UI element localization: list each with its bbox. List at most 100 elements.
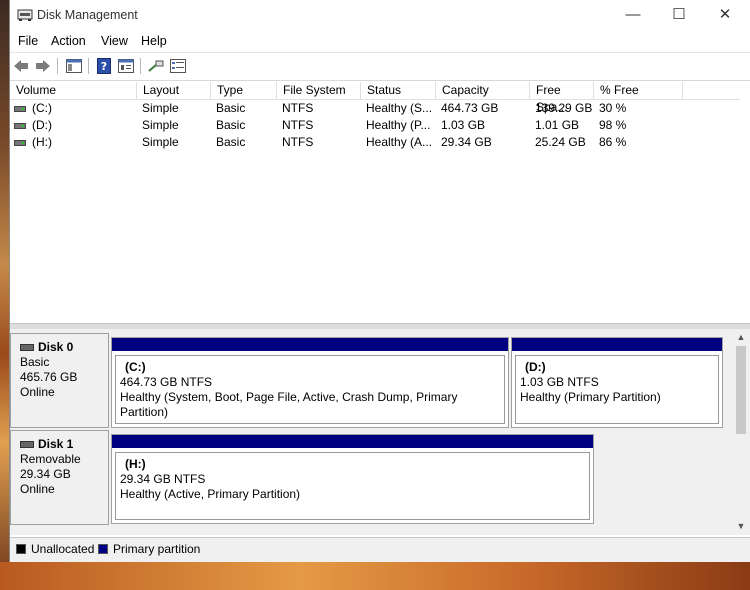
legend-primary-partition: Primary partition xyxy=(113,542,201,556)
settings-list-icon[interactable] xyxy=(169,57,187,75)
disk-kind: Basic xyxy=(20,355,50,369)
menu-file[interactable]: File xyxy=(18,34,38,48)
disk-size: 465.76 GB xyxy=(20,370,78,384)
legend-unallocated: Unallocated xyxy=(31,542,95,556)
partition-body: (H:) 29.34 GB NTFS Healthy (Active, Prim… xyxy=(115,452,590,520)
drive-icon xyxy=(14,123,26,129)
disk-state: Online xyxy=(20,482,55,496)
minimize-button[interactable]: — xyxy=(610,0,656,31)
show-hide-console-tree-icon[interactable] xyxy=(65,57,83,75)
cell-percent-free: 86 % xyxy=(599,135,627,149)
partition-name: (D:) xyxy=(525,360,546,374)
column-header-free-space[interactable]: Free Spa... xyxy=(530,82,594,114)
partition-d[interactable]: (D:) 1.03 GB NTFS Healthy (Primary Parti… xyxy=(511,337,723,428)
disk-management-window: Disk Management — ☐ ✕ File Action View H… xyxy=(9,0,750,562)
vertical-scrollbar[interactable]: ▲ ▼ xyxy=(732,329,750,535)
scrollbar-thumb[interactable] xyxy=(736,346,746,434)
cell-capacity: 464.73 GB xyxy=(441,101,499,115)
svg-text:?: ? xyxy=(101,60,107,73)
title-bar: Disk Management — ☐ ✕ xyxy=(10,0,750,31)
disk-icon xyxy=(20,344,34,351)
partition-status: Healthy (Active, Primary Partition) xyxy=(120,487,301,501)
forward-arrow-icon[interactable] xyxy=(34,57,52,75)
toolbar: ? xyxy=(10,52,750,81)
disk-kind: Removable xyxy=(20,452,81,466)
cell-file-system: NTFS xyxy=(282,118,314,132)
menu-help[interactable]: Help xyxy=(141,34,167,48)
column-header-status[interactable]: Status xyxy=(361,82,436,100)
toolbar-separator xyxy=(140,58,141,74)
close-button[interactable]: ✕ xyxy=(702,0,748,31)
column-header-type[interactable]: Type xyxy=(211,82,277,100)
cell-status: Healthy (P... xyxy=(366,118,431,132)
cell-layout: Simple xyxy=(142,118,179,132)
cell-layout: Simple xyxy=(142,101,179,115)
column-header-layout[interactable]: Layout xyxy=(137,82,211,100)
cell-type: Basic xyxy=(216,101,246,115)
cell-volume: (C:) xyxy=(32,101,52,115)
menu-bar: File Action View Help xyxy=(10,31,750,52)
drive-icon xyxy=(14,106,26,112)
cell-layout: Simple xyxy=(142,135,179,149)
legend-bar: Unallocated Primary partition xyxy=(10,537,750,559)
toolbar-separator xyxy=(57,58,58,74)
disk-0-label[interactable]: Disk 0 Basic 465.76 GB Online xyxy=(10,333,109,428)
partition-name: (C:) xyxy=(125,360,146,374)
disk-1-label[interactable]: Disk 1 Removable 29.34 GB Online xyxy=(10,430,109,525)
status-bar xyxy=(10,558,750,562)
cell-file-system: NTFS xyxy=(282,101,314,115)
partition-status: Healthy (System, Boot, Page File, Active… xyxy=(120,390,458,419)
cell-free-space: 139.29 GB xyxy=(535,101,593,115)
scroll-down-arrow-icon[interactable]: ▼ xyxy=(736,521,746,531)
column-header-capacity[interactable]: Capacity xyxy=(436,82,530,100)
desktop-background-bottom xyxy=(0,562,750,590)
menu-view[interactable]: View xyxy=(101,34,128,48)
primary-partition-bar xyxy=(112,338,508,351)
toolbar-separator xyxy=(88,58,89,74)
column-header-percent-free[interactable]: % Free xyxy=(594,82,683,100)
column-header-file-system[interactable]: File System xyxy=(277,82,361,100)
cell-capacity: 29.34 GB xyxy=(441,135,492,149)
disk-name: Disk 0 xyxy=(38,340,74,354)
partition-size: 464.73 GB NTFS xyxy=(120,375,213,389)
properties-icon[interactable] xyxy=(117,57,135,75)
menu-action[interactable]: Action xyxy=(51,34,86,48)
disk-name: Disk 1 xyxy=(38,437,74,451)
disk-0-partitions: (C:) 464.73 GB NTFS Healthy (System, Boo… xyxy=(111,333,724,428)
partition-c[interactable]: (C:) 464.73 GB NTFS Healthy (System, Boo… xyxy=(111,337,509,428)
cell-volume: (D:) xyxy=(32,118,52,132)
column-header-volume[interactable]: Volume xyxy=(10,82,137,100)
cell-free-space: 25.24 GB xyxy=(535,135,586,149)
disk-size: 29.34 GB xyxy=(20,467,71,481)
disk-1-partitions: (H:) 29.34 GB NTFS Healthy (Active, Prim… xyxy=(111,430,597,525)
primary-partition-bar xyxy=(512,338,722,351)
disk-state: Online xyxy=(20,385,55,399)
partition-body: (C:) 464.73 GB NTFS Healthy (System, Boo… xyxy=(115,355,505,424)
table-row[interactable]: (H:) Simple Basic NTFS Healthy (A... 29.… xyxy=(10,135,740,152)
cell-status: Healthy (A... xyxy=(366,135,433,149)
scroll-up-arrow-icon[interactable]: ▲ xyxy=(736,332,746,342)
partition-h[interactable]: (H:) 29.34 GB NTFS Healthy (Active, Prim… xyxy=(111,434,594,524)
partition-status: Healthy (Primary Partition) xyxy=(520,390,661,404)
column-header-filler xyxy=(683,82,740,100)
partition-size: 1.03 GB NTFS xyxy=(520,375,599,389)
partition-size: 29.34 GB NTFS xyxy=(120,472,206,486)
connect-key-icon[interactable] xyxy=(147,57,165,75)
cell-type: Basic xyxy=(216,135,246,149)
table-row[interactable]: (C:) Simple Basic NTFS Healthy (S... 464… xyxy=(10,101,740,118)
help-icon[interactable]: ? xyxy=(95,57,113,75)
cell-status: Healthy (S... xyxy=(366,101,433,115)
partition-name: (H:) xyxy=(125,457,146,471)
cell-volume: (H:) xyxy=(32,135,52,149)
disk-map-pane: Disk 0 Basic 465.76 GB Online (C:) 464.7… xyxy=(10,329,732,535)
disk-icon xyxy=(20,441,34,448)
primary-partition-swatch xyxy=(98,544,108,554)
back-arrow-icon[interactable] xyxy=(12,57,30,75)
maximize-button[interactable]: ☐ xyxy=(656,0,702,31)
table-row[interactable]: (D:) Simple Basic NTFS Healthy (P... 1.0… xyxy=(10,118,740,135)
cell-free-space: 1.01 GB xyxy=(535,118,580,132)
desktop-background-left xyxy=(0,0,9,590)
volume-list: Volume Layout Type File System Status Ca… xyxy=(10,82,740,323)
primary-partition-bar xyxy=(112,435,593,448)
cell-capacity: 1.03 GB xyxy=(441,118,486,132)
